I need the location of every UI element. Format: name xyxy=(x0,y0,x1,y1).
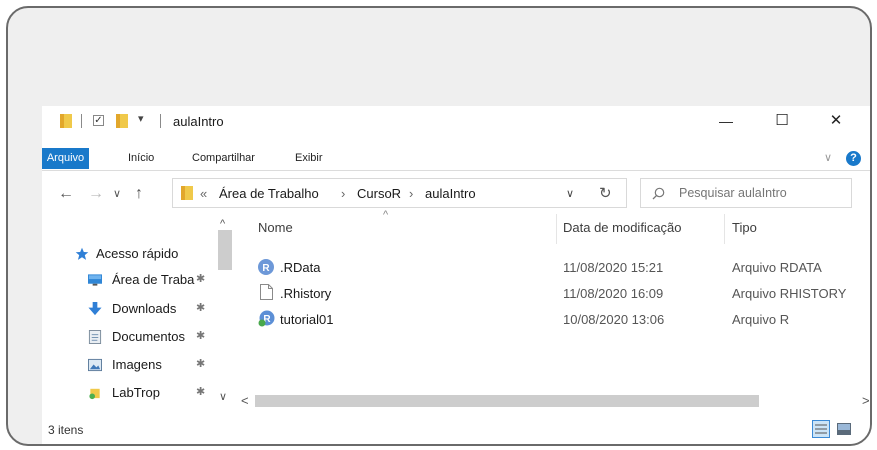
new-folder-icon[interactable] xyxy=(116,114,128,128)
tab-arquivo[interactable]: Arquivo xyxy=(42,148,89,169)
tab-exibir[interactable]: Exibir xyxy=(295,148,323,169)
minimize-button[interactable]: — xyxy=(711,110,741,132)
title-bar: ✓ ▾ aulaIntro — ☐ ✕ xyxy=(42,106,870,136)
divider xyxy=(81,114,82,128)
back-button[interactable]: ← xyxy=(58,185,74,203)
column-headers: ^ Nome Data de modificação Tipo xyxy=(238,209,870,244)
window-title: aulaIntro xyxy=(173,114,224,129)
nav-item-label: LabTrop xyxy=(112,385,160,400)
large-icons-view-icon[interactable] xyxy=(836,421,852,437)
breadcrumb-overflow[interactable]: « xyxy=(200,186,207,201)
properties-icon[interactable]: ✓ xyxy=(93,115,104,126)
file-modified: 11/08/2020 15:21 xyxy=(563,260,664,275)
nav-item-label: Imagens xyxy=(112,357,162,372)
nav-item-label: Acesso rápido xyxy=(96,246,179,261)
pin-icon[interactable]: ✱ xyxy=(196,301,205,314)
search-icon xyxy=(652,187,665,200)
star-icon xyxy=(75,247,89,260)
help-icon[interactable]: ? xyxy=(846,151,861,166)
divider xyxy=(160,114,161,128)
column-divider[interactable] xyxy=(556,214,557,244)
screenshot-frame: ✓ ▾ aulaIntro — ☐ ✕ Arquivo Início Compa… xyxy=(6,6,872,446)
nav-item-downloads[interactable]: Downloads ✱ xyxy=(42,298,234,322)
scroll-right-button[interactable]: > xyxy=(862,393,870,408)
scrollbar-thumb[interactable] xyxy=(218,230,232,270)
nav-item-label: Documentos xyxy=(112,329,185,344)
horizontal-scrollbar[interactable]: < > xyxy=(238,392,870,410)
file-type: Arquivo RHISTORY xyxy=(732,286,847,301)
file-type: Arquivo RDATA xyxy=(732,260,822,275)
document-icon xyxy=(88,330,102,344)
file-name: .RData xyxy=(280,260,321,275)
column-header-data[interactable]: Data de modificação xyxy=(563,220,682,235)
file-row[interactable]: .Rhistory 11/08/2020 16:09 Arquivo RHIST… xyxy=(238,283,870,307)
column-header-tipo[interactable]: Tipo xyxy=(732,220,757,235)
blank-file-icon xyxy=(260,284,273,300)
column-header-nome[interactable]: Nome xyxy=(258,220,293,235)
details-view-icon[interactable] xyxy=(812,420,830,438)
close-button[interactable]: ✕ xyxy=(821,110,851,132)
address-dropdown-button[interactable]: ∨ xyxy=(566,187,574,200)
up-button[interactable]: ↑ xyxy=(135,185,143,203)
navigation-scrollbar[interactable]: ^ ∨ xyxy=(216,218,234,406)
svg-text:R: R xyxy=(262,263,270,274)
sort-indicator: ^ xyxy=(383,209,389,221)
file-modified: 11/08/2020 16:09 xyxy=(563,286,664,301)
customize-toolbar-dropdown[interactable]: ▾ xyxy=(138,112,144,125)
address-row: ← → ∨ ↑ « Área de Trabalho › CursoR › au… xyxy=(42,176,870,212)
ribbon-tabs: Arquivo Início Compartilhar Exibir ∨ ? xyxy=(42,148,870,171)
file-row[interactable]: R .RData 11/08/2020 15:21 Arquivo RDATA xyxy=(238,257,870,281)
nav-item-imagens[interactable]: Imagens ✱ xyxy=(42,354,234,378)
pin-icon[interactable]: ✱ xyxy=(196,357,205,370)
breadcrumb-item[interactable]: Área de Trabalho xyxy=(219,186,319,201)
status-bar: 3 itens xyxy=(42,418,870,442)
pin-icon[interactable]: ✱ xyxy=(196,385,205,398)
r-data-icon: R xyxy=(258,259,274,275)
expand-ribbon-button[interactable]: ∨ xyxy=(824,148,832,169)
image-icon xyxy=(88,358,102,372)
search-input[interactable] xyxy=(679,184,847,202)
refresh-button[interactable]: ↻ xyxy=(599,184,612,202)
file-name: .Rhistory xyxy=(280,286,332,301)
file-row[interactable]: R tutorial01 10/08/2020 13:06 Arquivo R xyxy=(238,309,870,333)
recent-locations-button[interactable]: ∨ xyxy=(113,187,121,200)
nav-item-acesso-rapido[interactable]: Acesso rápido xyxy=(42,243,234,267)
search-box[interactable] xyxy=(640,178,852,208)
scroll-left-button[interactable]: < xyxy=(241,393,249,408)
nav-item-labtrop[interactable]: LabTrop ✱ xyxy=(42,382,234,406)
breadcrumb-item[interactable]: aulaIntro xyxy=(425,186,476,201)
r-script-icon: R xyxy=(258,310,275,327)
file-name: tutorial01 xyxy=(280,312,334,327)
navigation-pane: Acesso rápido Área de Traba ✱ Downloads … xyxy=(42,214,234,414)
tab-inicio[interactable]: Início xyxy=(128,148,154,169)
folder-icon xyxy=(89,388,100,400)
maximize-button[interactable]: ☐ xyxy=(767,110,797,132)
folder-icon xyxy=(60,114,72,128)
address-bar[interactable]: « Área de Trabalho › CursoR › aulaIntro … xyxy=(172,178,627,208)
file-modified: 10/08/2020 13:06 xyxy=(563,312,665,327)
tab-compartilhar[interactable]: Compartilhar xyxy=(192,148,255,169)
nav-item-label: Downloads xyxy=(112,301,177,316)
scrollbar-thumb[interactable] xyxy=(255,395,759,407)
pin-icon[interactable]: ✱ xyxy=(196,329,205,342)
breadcrumb-separator[interactable]: › xyxy=(409,186,413,201)
nav-item-documentos[interactable]: Documentos ✱ xyxy=(42,326,234,350)
folder-icon xyxy=(181,186,193,200)
item-count: 3 itens xyxy=(48,423,84,437)
nav-item-label: Área de Traba xyxy=(112,272,195,287)
desktop-icon xyxy=(88,274,102,286)
column-divider[interactable] xyxy=(724,214,725,244)
forward-button[interactable]: → xyxy=(88,185,104,203)
file-type: Arquivo R xyxy=(732,312,790,327)
file-explorer-window: ✓ ▾ aulaIntro — ☐ ✕ Arquivo Início Compa… xyxy=(42,106,870,444)
download-icon xyxy=(88,302,102,316)
nav-item-area-de-trabalho[interactable]: Área de Traba ✱ xyxy=(42,269,234,293)
pin-icon[interactable]: ✱ xyxy=(196,272,205,285)
scroll-down-button[interactable]: ∨ xyxy=(219,390,227,403)
scroll-up-button[interactable]: ^ xyxy=(220,218,225,230)
breadcrumb-item[interactable]: CursoR xyxy=(357,186,401,201)
breadcrumb-separator[interactable]: › xyxy=(341,186,345,201)
